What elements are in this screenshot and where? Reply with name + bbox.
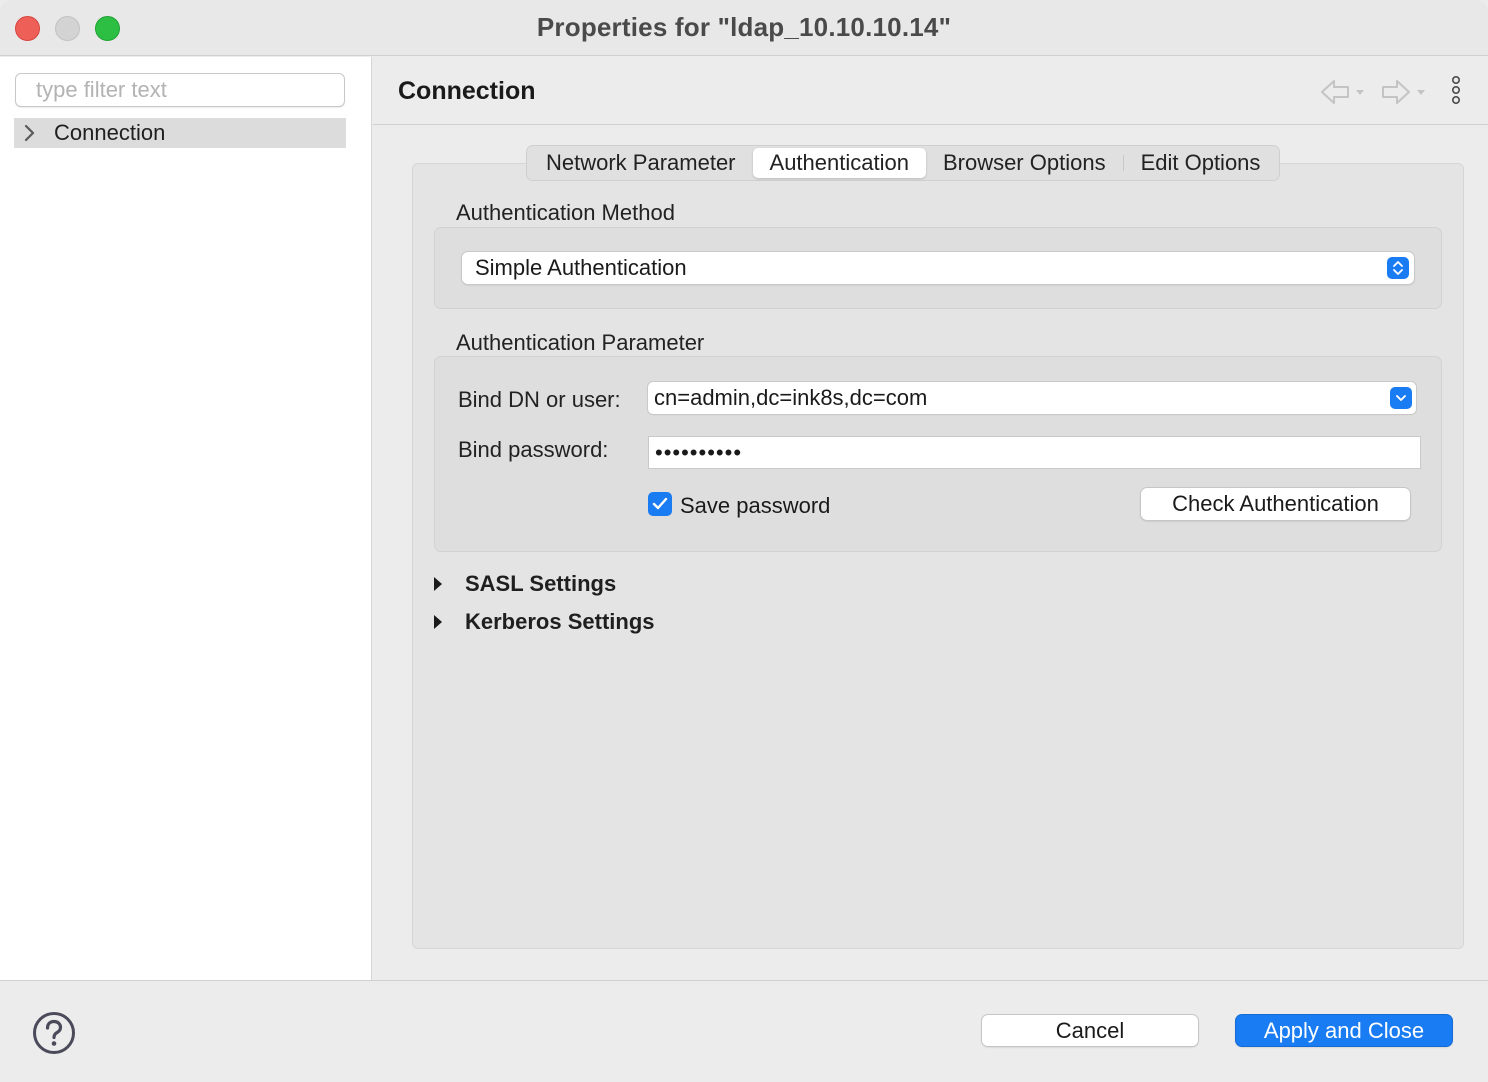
tab-bar: Network Parameter Authentication Browser… (526, 145, 1281, 181)
forward-arrow-icon[interactable] (1381, 79, 1427, 105)
sidebar: Connection (0, 57, 372, 980)
cancel-button[interactable]: Cancel (982, 1015, 1198, 1046)
tab-browser-options[interactable]: Browser Options (926, 148, 1123, 178)
content-pane: Connection Network Parameter Authenticat… (373, 57, 1488, 980)
triangle-right-icon[interactable] (433, 576, 447, 592)
page-header: Connection (373, 57, 1488, 125)
auth-param-heading: Authentication Parameter (456, 330, 705, 355)
back-arrow-icon[interactable] (1320, 79, 1366, 105)
tab-network-parameter[interactable]: Network Parameter (529, 148, 753, 178)
window-title: Properties for "ldap_10.10.10.14" (536, 12, 952, 42)
properties-window: Properties for "ldap_10.10.10.14" Connec… (0, 0, 1488, 1082)
auth-method-value: Simple Authentication (475, 255, 687, 280)
bind-dn-value: cn=admin,dc=ink8s,dc=com (654, 385, 928, 410)
bind-password-label: Bind password: (458, 437, 609, 462)
kerberos-settings-label: Kerberos Settings (465, 609, 655, 634)
apply-and-close-button[interactable]: Apply and Close (1236, 1015, 1452, 1046)
bind-dn-combo[interactable]: cn=admin,dc=ink8s,dc=com (648, 382, 1416, 414)
auth-method-heading: Authentication Method (456, 200, 675, 225)
bind-dn-label: Bind DN or user: (458, 387, 621, 412)
triangle-right-icon[interactable] (433, 614, 447, 630)
chevron-right-icon[interactable] (24, 124, 42, 142)
auth-method-group: Simple Authentication (434, 227, 1442, 309)
sidebar-item-connection[interactable]: Connection (14, 118, 346, 148)
up-down-chevron-icon[interactable] (1387, 257, 1409, 279)
bind-password-value: •••••••••• (655, 439, 743, 465)
tab-edit-options[interactable]: Edit Options (1124, 148, 1278, 178)
sasl-settings-expander[interactable]: SASL Settings (433, 571, 616, 597)
auth-param-group: Bind DN or user: cn=admin,dc=ink8s,dc=co… (434, 356, 1442, 552)
bind-password-field[interactable]: •••••••••• (648, 436, 1421, 469)
save-password-label[interactable]: Save password (680, 493, 830, 519)
auth-method-select[interactable]: Simple Authentication (462, 252, 1414, 284)
dialog-footer: Cancel Apply and Close (0, 980, 1488, 1082)
checkmark-icon (652, 497, 668, 510)
sasl-settings-label: SASL Settings (465, 571, 617, 596)
check-authentication-button[interactable]: Check Authentication (1141, 488, 1410, 520)
page-title: Connection (398, 77, 536, 105)
title-bar: Properties for "ldap_10.10.10.14" (0, 0, 1488, 56)
kerberos-settings-expander[interactable]: Kerberos Settings (433, 609, 655, 635)
save-password-checkbox[interactable] (648, 492, 672, 516)
filter-input[interactable] (15, 73, 345, 107)
chevron-down-icon[interactable] (1390, 387, 1412, 409)
sidebar-item-label: Connection (54, 120, 166, 145)
tab-authentication[interactable]: Authentication (752, 148, 926, 178)
vertical-ellipsis-icon[interactable] (1449, 75, 1463, 104)
help-icon[interactable] (32, 1011, 76, 1055)
